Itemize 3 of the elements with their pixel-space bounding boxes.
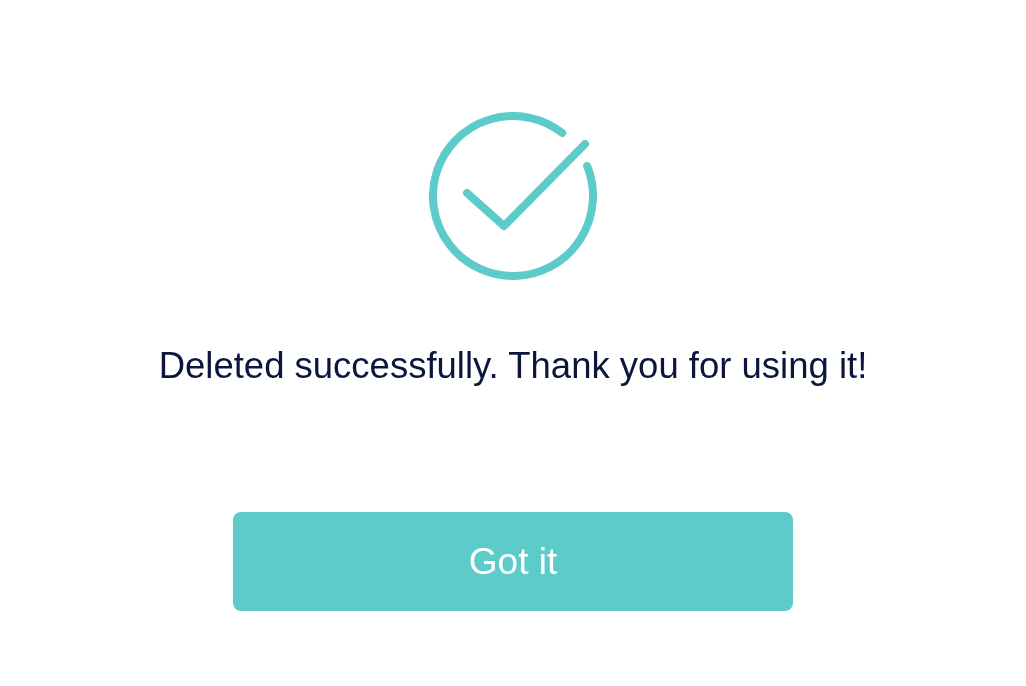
success-check-icon [429, 112, 597, 280]
success-message: Deleted successfully. Thank you for using it! [158, 344, 868, 388]
got-it-button[interactable]: Got it [233, 512, 793, 611]
